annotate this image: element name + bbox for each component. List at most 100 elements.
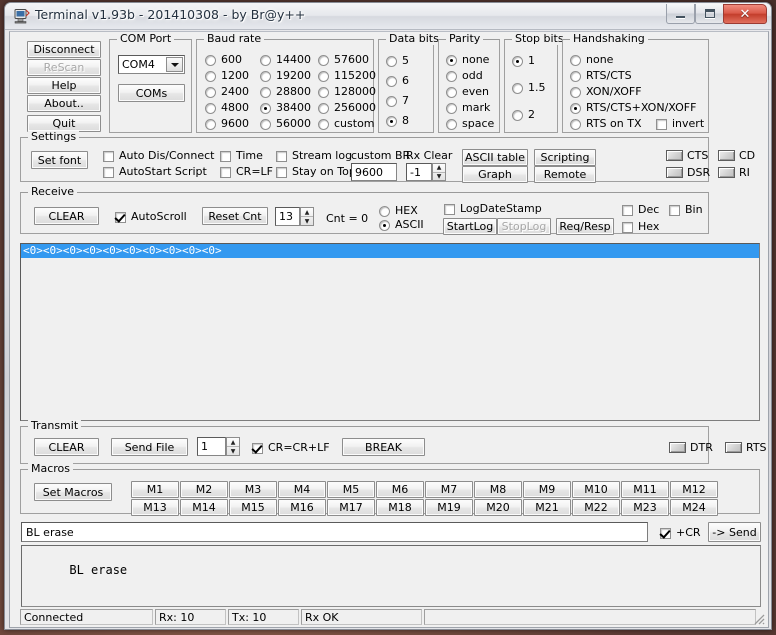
macro-button-m2[interactable]: M2 bbox=[180, 481, 228, 498]
repeat-input[interactable]: 1 bbox=[197, 437, 226, 456]
transmit-clear-button[interactable]: CLEAR bbox=[34, 438, 99, 456]
spin-down-icon[interactable]: ▼ bbox=[433, 173, 445, 181]
spin-down-icon[interactable]: ▼ bbox=[227, 447, 239, 455]
receive-format-ascii[interactable]: ASCII bbox=[379, 219, 424, 231]
handshake-none[interactable]: none bbox=[570, 54, 613, 66]
baud-19200[interactable]: 19200 bbox=[260, 70, 311, 82]
data-bits-7[interactable]: 7 bbox=[386, 95, 409, 107]
baud-1200[interactable]: 1200 bbox=[205, 70, 249, 82]
custom-br-input[interactable]: 9600 bbox=[351, 163, 397, 181]
macro-button-m9[interactable]: M9 bbox=[523, 481, 571, 498]
startlog-button[interactable]: StartLog bbox=[443, 218, 497, 235]
spin-up-icon[interactable]: ▲ bbox=[433, 164, 445, 173]
coms-button[interactable]: COMs bbox=[118, 84, 185, 102]
minimize-button[interactable] bbox=[666, 4, 695, 24]
macro-button-m22[interactable]: M22 bbox=[572, 499, 620, 516]
set-macros-button[interactable]: Set Macros bbox=[34, 483, 112, 501]
receive-format-hex[interactable]: HEX bbox=[379, 205, 418, 217]
parity-space[interactable]: space bbox=[446, 118, 494, 130]
help-button[interactable]: Help bbox=[27, 77, 101, 94]
macro-button-m17[interactable]: M17 bbox=[327, 499, 375, 516]
close-button[interactable]: ✕ bbox=[723, 4, 767, 24]
macro-button-m20[interactable]: M20 bbox=[474, 499, 522, 516]
baud-9600[interactable]: 9600 bbox=[205, 118, 249, 130]
title-bar[interactable]: Terminal v1.93b - 201410308 - by Br@y++ … bbox=[5, 3, 771, 30]
disconnect-button[interactable]: Disconnect bbox=[27, 41, 101, 58]
parity-mark[interactable]: mark bbox=[446, 102, 490, 114]
remote-button[interactable]: Remote bbox=[534, 166, 596, 183]
stop-bits-2[interactable]: 2 bbox=[512, 109, 535, 121]
stop-bits-1-5[interactable]: 1.5 bbox=[512, 82, 546, 94]
macro-button-m7[interactable]: M7 bbox=[425, 481, 473, 498]
stay-on-top-checkbox[interactable]: Stay on Top bbox=[276, 166, 356, 178]
set-font-button[interactable]: Set font bbox=[31, 151, 88, 169]
macro-button-m1[interactable]: M1 bbox=[131, 481, 179, 498]
scripting-button[interactable]: Scripting bbox=[534, 149, 596, 166]
cr-crlf-checkbox[interactable]: CR=CR+LF bbox=[252, 442, 330, 454]
com-port-select[interactable]: COM4 bbox=[118, 55, 185, 74]
time-checkbox[interactable]: Time bbox=[220, 150, 263, 162]
spin-up-icon[interactable]: ▲ bbox=[301, 208, 313, 217]
dec-checkbox[interactable]: Dec bbox=[622, 204, 659, 216]
baud-2400[interactable]: 2400 bbox=[205, 86, 249, 98]
echo-text-area[interactable]: BL erase bbox=[21, 545, 761, 607]
rx-clear-input[interactable]: -1 bbox=[406, 163, 432, 181]
plus-cr-checkbox[interactable]: +CR bbox=[660, 527, 701, 539]
macro-button-m13[interactable]: M13 bbox=[131, 499, 179, 516]
macro-button-m19[interactable]: M19 bbox=[425, 499, 473, 516]
req-resp-button[interactable]: Req/Resp bbox=[556, 218, 614, 235]
logdatestamp-checkbox[interactable]: LogDateStamp bbox=[444, 203, 542, 215]
data-bits-6[interactable]: 6 bbox=[386, 75, 409, 87]
macro-button-m10[interactable]: M10 bbox=[572, 481, 620, 498]
receive-selected-line[interactable]: <0><0><0><0><0><0><0><0><0><0> bbox=[21, 244, 759, 258]
resize-grip-icon[interactable] bbox=[752, 612, 766, 626]
autostart-script-checkbox[interactable]: AutoStart Script bbox=[103, 166, 207, 178]
handshake-rts-cts[interactable]: RTS/CTS bbox=[570, 70, 632, 82]
baud-4800[interactable]: 4800 bbox=[205, 102, 249, 114]
baud-115200[interactable]: 115200 bbox=[318, 70, 376, 82]
cr-eq-lf-checkbox[interactable]: CR=LF bbox=[220, 166, 273, 178]
hex-checkbox[interactable]: Hex bbox=[622, 221, 659, 233]
data-bits-5[interactable]: 5 bbox=[386, 55, 409, 67]
baud-custom[interactable]: custom bbox=[318, 118, 375, 130]
about-button[interactable]: About.. bbox=[27, 95, 101, 112]
macro-button-m5[interactable]: M5 bbox=[327, 481, 375, 498]
receive-text-area[interactable]: <0><0><0><0><0><0><0><0><0><0> bbox=[20, 243, 760, 421]
ascii-table-button[interactable]: ASCII table bbox=[462, 149, 528, 166]
baud-128000[interactable]: 128000 bbox=[318, 86, 376, 98]
receive-clear-button[interactable]: CLEAR bbox=[34, 207, 99, 225]
stream-log-checkbox[interactable]: Stream log bbox=[276, 150, 352, 162]
macro-button-m23[interactable]: M23 bbox=[621, 499, 669, 516]
send-input[interactable]: BL erase bbox=[21, 522, 648, 542]
autoscroll-checkbox[interactable]: AutoScroll bbox=[115, 211, 187, 223]
handshake-rtscts-xonxoff[interactable]: RTS/CTS+XON/XOFF bbox=[570, 102, 696, 114]
graph-button[interactable]: Graph bbox=[462, 166, 528, 183]
break-button[interactable]: BREAK bbox=[342, 438, 425, 456]
macro-button-m15[interactable]: M15 bbox=[229, 499, 277, 516]
baud-28800[interactable]: 28800 bbox=[260, 86, 311, 98]
macro-button-m6[interactable]: M6 bbox=[376, 481, 424, 498]
macro-button-m12[interactable]: M12 bbox=[670, 481, 718, 498]
macro-button-m14[interactable]: M14 bbox=[180, 499, 228, 516]
macro-button-m4[interactable]: M4 bbox=[278, 481, 326, 498]
macro-button-m11[interactable]: M11 bbox=[621, 481, 669, 498]
baud-14400[interactable]: 14400 bbox=[260, 54, 311, 66]
parity-even[interactable]: even bbox=[446, 86, 489, 98]
baud-256000[interactable]: 256000 bbox=[318, 102, 376, 114]
handshake-invert-checkbox[interactable]: invert bbox=[656, 118, 704, 130]
stop-bits-1[interactable]: 1 bbox=[512, 55, 535, 67]
rx-clear-spinner[interactable]: ▲ ▼ bbox=[432, 163, 446, 181]
data-bits-8[interactable]: 8 bbox=[386, 115, 409, 127]
auto-dis-connect-checkbox[interactable]: Auto Dis/Connect bbox=[103, 150, 214, 162]
macro-button-m18[interactable]: M18 bbox=[376, 499, 424, 516]
macro-button-m24[interactable]: M24 bbox=[670, 499, 718, 516]
repeat-spinner[interactable]: ▲ ▼ bbox=[226, 437, 240, 456]
parity-odd[interactable]: odd bbox=[446, 70, 483, 82]
macro-button-m8[interactable]: M8 bbox=[474, 481, 522, 498]
send-file-button[interactable]: Send File bbox=[111, 438, 188, 456]
parity-none[interactable]: none bbox=[446, 54, 489, 66]
baud-600[interactable]: 600 bbox=[205, 54, 242, 66]
macro-button-m3[interactable]: M3 bbox=[229, 481, 277, 498]
bin-checkbox[interactable]: Bin bbox=[669, 204, 703, 216]
spin-down-icon[interactable]: ▼ bbox=[301, 217, 313, 225]
